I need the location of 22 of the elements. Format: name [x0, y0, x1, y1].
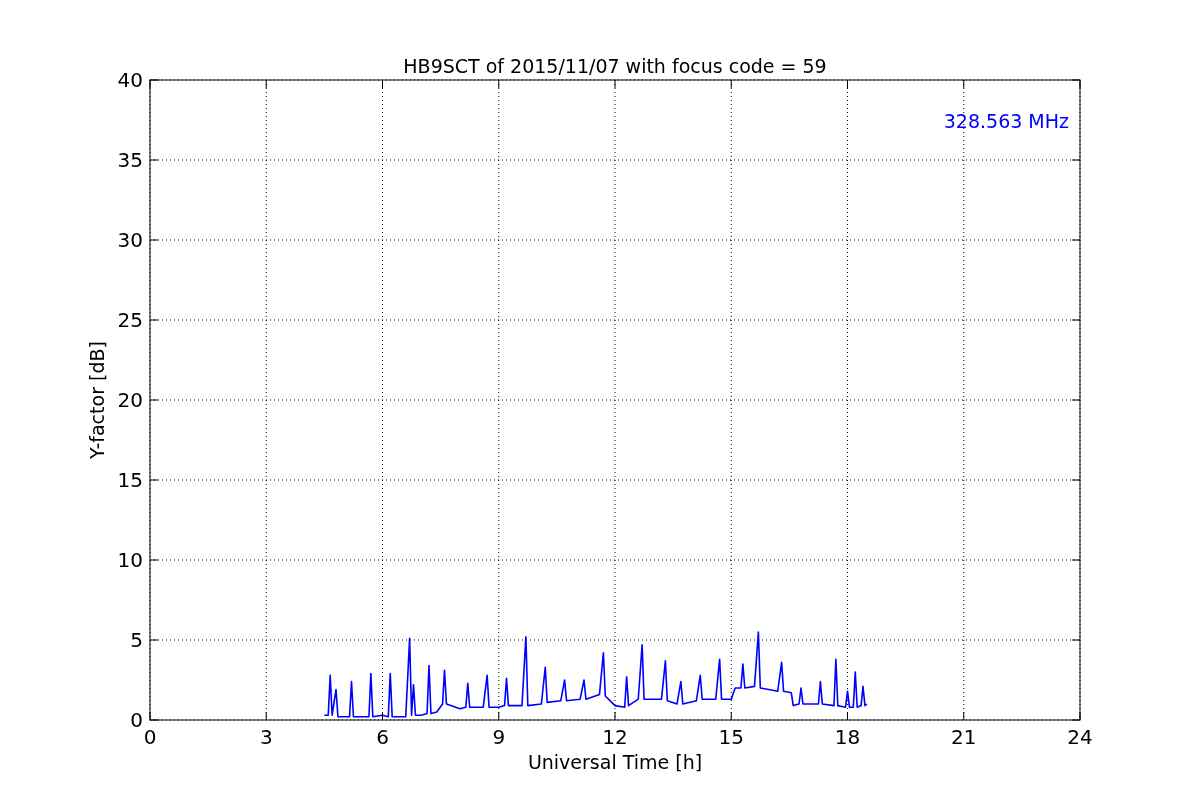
y-tick-label: 15: [117, 468, 143, 492]
y-tick-label: 30: [117, 228, 143, 252]
y-tick-label: 5: [130, 628, 143, 652]
chart-title: HB9SCT of 2015/11/07 with focus code = 59: [403, 55, 827, 77]
x-axis-label: Universal Time [h]: [527, 751, 703, 773]
x-tick-label: 12: [602, 725, 628, 749]
y-tick-label: 40: [117, 68, 143, 92]
x-tick-label: 9: [492, 725, 506, 749]
x-tick-label: 18: [834, 725, 861, 749]
x-tick-label: 24: [1067, 725, 1093, 749]
frequency-label: 328.563 MHz: [943, 110, 1069, 132]
x-tick-label: 3: [259, 725, 273, 749]
x-tick-label: 21: [951, 725, 977, 749]
x-tick-label: 15: [718, 725, 744, 749]
y-tick-label: 10: [117, 548, 143, 572]
y-tick-label: 35: [117, 148, 143, 172]
x-tick-label: 6: [376, 725, 389, 749]
x-tick-label: 0: [143, 725, 157, 749]
y-tick-label: 20: [117, 388, 143, 412]
y-tick-label: 0: [130, 708, 143, 732]
y-axis-label: Y-factor [dB]: [86, 341, 108, 459]
y-tick-label: 25: [117, 308, 143, 332]
